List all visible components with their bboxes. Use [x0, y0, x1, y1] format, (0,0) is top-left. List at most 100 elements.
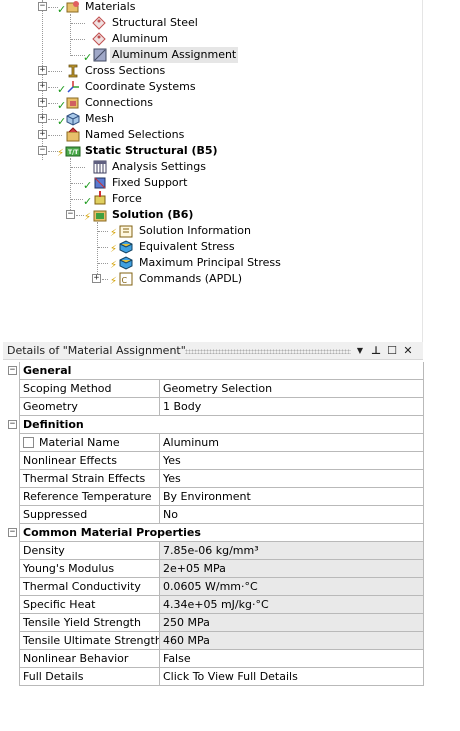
svg-text:T/T: T/T	[68, 149, 79, 156]
material-tag-icon	[92, 32, 106, 46]
tree-item-force[interactable]: Force	[112, 191, 142, 207]
tree-item-label: Cross Sections	[85, 64, 166, 77]
tree-item-maximum-principal-stress[interactable]: Maximum Principal Stress	[139, 255, 281, 271]
static-structural-icon: T/T	[65, 146, 81, 157]
detail-row-geometry[interactable]: Geometry 1 Body	[6, 398, 424, 416]
tree-item-coordinate-systems[interactable]: Coordinate Systems	[85, 79, 196, 95]
detail-row-thermal-conductivity[interactable]: Thermal Conductivity 0.0605 W/mm·°C	[6, 578, 424, 596]
tree-item-aluminum-assignment[interactable]: Aluminum Assignment	[110, 47, 239, 63]
expand-coordinate-systems-toggle[interactable]: +	[38, 82, 47, 91]
outline-tree: − ✓ Materials Structural Steel Aluminum …	[0, 0, 422, 340]
lightning-icon: ⚡	[110, 244, 118, 255]
commands-icon: C	[119, 272, 133, 286]
row-value[interactable]: By Environment	[160, 488, 424, 506]
row-label-with-checkbox: Material Name	[20, 434, 160, 452]
row-value[interactable]: Yes	[160, 470, 424, 488]
section-general[interactable]: − General	[6, 362, 424, 380]
tree-item-equivalent-stress[interactable]: Equivalent Stress	[139, 239, 235, 255]
row-value: 0.0605 W/mm·°C	[160, 578, 424, 596]
tree-item-label: Connections	[85, 96, 153, 109]
maximize-icon[interactable]: ☐	[385, 344, 399, 357]
collapse-general-toggle[interactable]: −	[8, 366, 17, 375]
row-label: Reference Temperature	[20, 488, 160, 506]
detail-row-density[interactable]: Density 7.85e-06 kg/mm³	[6, 542, 424, 560]
collapse-materials-toggle[interactable]: −	[38, 2, 47, 11]
tree-item-analysis-settings[interactable]: Analysis Settings	[112, 159, 206, 175]
tree-item-structural-steel[interactable]: Structural Steel	[112, 15, 198, 31]
full-details-link[interactable]: Click To View Full Details	[160, 668, 424, 686]
panel-drag-grip[interactable]	[185, 349, 351, 354]
tree-item-materials[interactable]: Materials	[85, 0, 135, 15]
tree-item-commands-apdl[interactable]: Commands (APDL)	[139, 271, 242, 287]
lightning-icon: ⚡	[84, 212, 92, 223]
row-label: Tensile Ultimate Strength	[20, 632, 160, 650]
detail-row-full-details[interactable]: Full Details Click To View Full Details	[6, 668, 424, 686]
detail-row-tensile-yield-strength[interactable]: Tensile Yield Strength 250 MPa	[6, 614, 424, 632]
tree-item-label: Mesh	[85, 112, 114, 125]
pin-icon[interactable]: ⊥	[369, 344, 383, 357]
detail-row-suppressed[interactable]: Suppressed No	[6, 506, 424, 524]
detail-row-scoping-method[interactable]: Scoping Method Geometry Selection	[6, 380, 424, 398]
row-label: Young's Modulus	[20, 560, 160, 578]
tree-item-connections[interactable]: Connections	[85, 95, 153, 111]
tree-item-static-structural[interactable]: Static Structural (B5)	[85, 143, 218, 159]
tree-item-solution-information[interactable]: Solution Information	[139, 223, 251, 239]
parameter-checkbox[interactable]	[23, 437, 34, 448]
tree-item-label: Named Selections	[85, 128, 185, 141]
detail-row-specific-heat[interactable]: Specific Heat 4.34e+05 mJ/kg·°C	[6, 596, 424, 614]
tree-item-fixed-support[interactable]: Fixed Support	[112, 175, 188, 191]
tree-item-solution[interactable]: Solution (B6)	[112, 207, 193, 223]
fixed-support-icon	[94, 177, 106, 189]
close-icon[interactable]: ✕	[401, 344, 415, 357]
tree-item-label: Fixed Support	[112, 176, 188, 189]
expand-cross-sections-toggle[interactable]: +	[38, 66, 47, 75]
detail-row-nonlinear-behavior[interactable]: Nonlinear Behavior False	[6, 650, 424, 668]
tree-item-cross-sections[interactable]: Cross Sections	[85, 63, 165, 79]
row-value[interactable]: Yes	[160, 452, 424, 470]
row-value[interactable]: 1 Body	[160, 398, 424, 416]
tree-item-aluminum[interactable]: Aluminum	[112, 31, 168, 47]
row-label: Scoping Method	[20, 380, 160, 398]
tree-item-label: Static Structural (B5)	[85, 144, 218, 157]
row-label: Geometry	[20, 398, 160, 416]
row-label: Density	[20, 542, 160, 560]
detail-row-material-name[interactable]: Material Name Aluminum	[6, 434, 424, 452]
tree-item-label: Aluminum	[112, 32, 168, 45]
expand-connections-toggle[interactable]: +	[38, 98, 47, 107]
section-definition[interactable]: − Definition	[6, 416, 424, 434]
row-value[interactable]: Geometry Selection	[160, 380, 424, 398]
detail-row-nonlinear-effects[interactable]: Nonlinear Effects Yes	[6, 452, 424, 470]
mesh-icon	[66, 112, 80, 126]
section-common-material-properties[interactable]: − Common Material Properties	[6, 524, 424, 542]
check-icon: ✓	[83, 179, 93, 192]
section-header: Definition	[20, 416, 424, 434]
details-panel: Details of "Material Assignment" ▼ ⊥ ☐ ✕…	[3, 342, 424, 731]
tree-item-label: Solution (B6)	[112, 208, 194, 221]
detail-row-reference-temperature[interactable]: Reference Temperature By Environment	[6, 488, 424, 506]
material-tag-icon	[92, 16, 106, 30]
collapse-solution-toggle[interactable]: −	[66, 210, 75, 219]
tree-item-label: Solution Information	[139, 224, 251, 237]
row-label: Nonlinear Behavior	[20, 650, 160, 668]
row-value[interactable]: Aluminum	[160, 434, 424, 452]
detail-row-thermal-strain-effects[interactable]: Thermal Strain Effects Yes	[6, 470, 424, 488]
detail-row-tensile-ultimate-strength[interactable]: Tensile Ultimate Strength 460 MPa	[6, 632, 424, 650]
lightning-icon: ⚡	[110, 260, 118, 271]
dropdown-icon[interactable]: ▼	[353, 346, 367, 355]
detail-row-youngs-modulus[interactable]: Young's Modulus 2e+05 MPa	[6, 560, 424, 578]
svg-text:C: C	[122, 276, 128, 285]
tree-item-label: Force	[112, 192, 142, 205]
lightning-icon: ⚡	[110, 276, 118, 287]
collapse-definition-toggle[interactable]: −	[8, 420, 17, 429]
collapse-static-structural-toggle[interactable]: −	[38, 146, 47, 155]
collapse-common-properties-toggle[interactable]: −	[8, 528, 17, 537]
tree-item-mesh[interactable]: Mesh	[85, 111, 114, 127]
expand-commands-toggle[interactable]: +	[92, 274, 101, 283]
row-value[interactable]: No	[160, 506, 424, 524]
expand-mesh-toggle[interactable]: +	[38, 114, 47, 123]
tree-item-label: Maximum Principal Stress	[139, 256, 281, 269]
tree-item-label: Materials	[85, 0, 136, 13]
tree-item-named-selections[interactable]: Named Selections	[85, 127, 184, 143]
expand-named-selections-toggle[interactable]: +	[38, 130, 47, 139]
row-value: 250 MPa	[160, 614, 424, 632]
